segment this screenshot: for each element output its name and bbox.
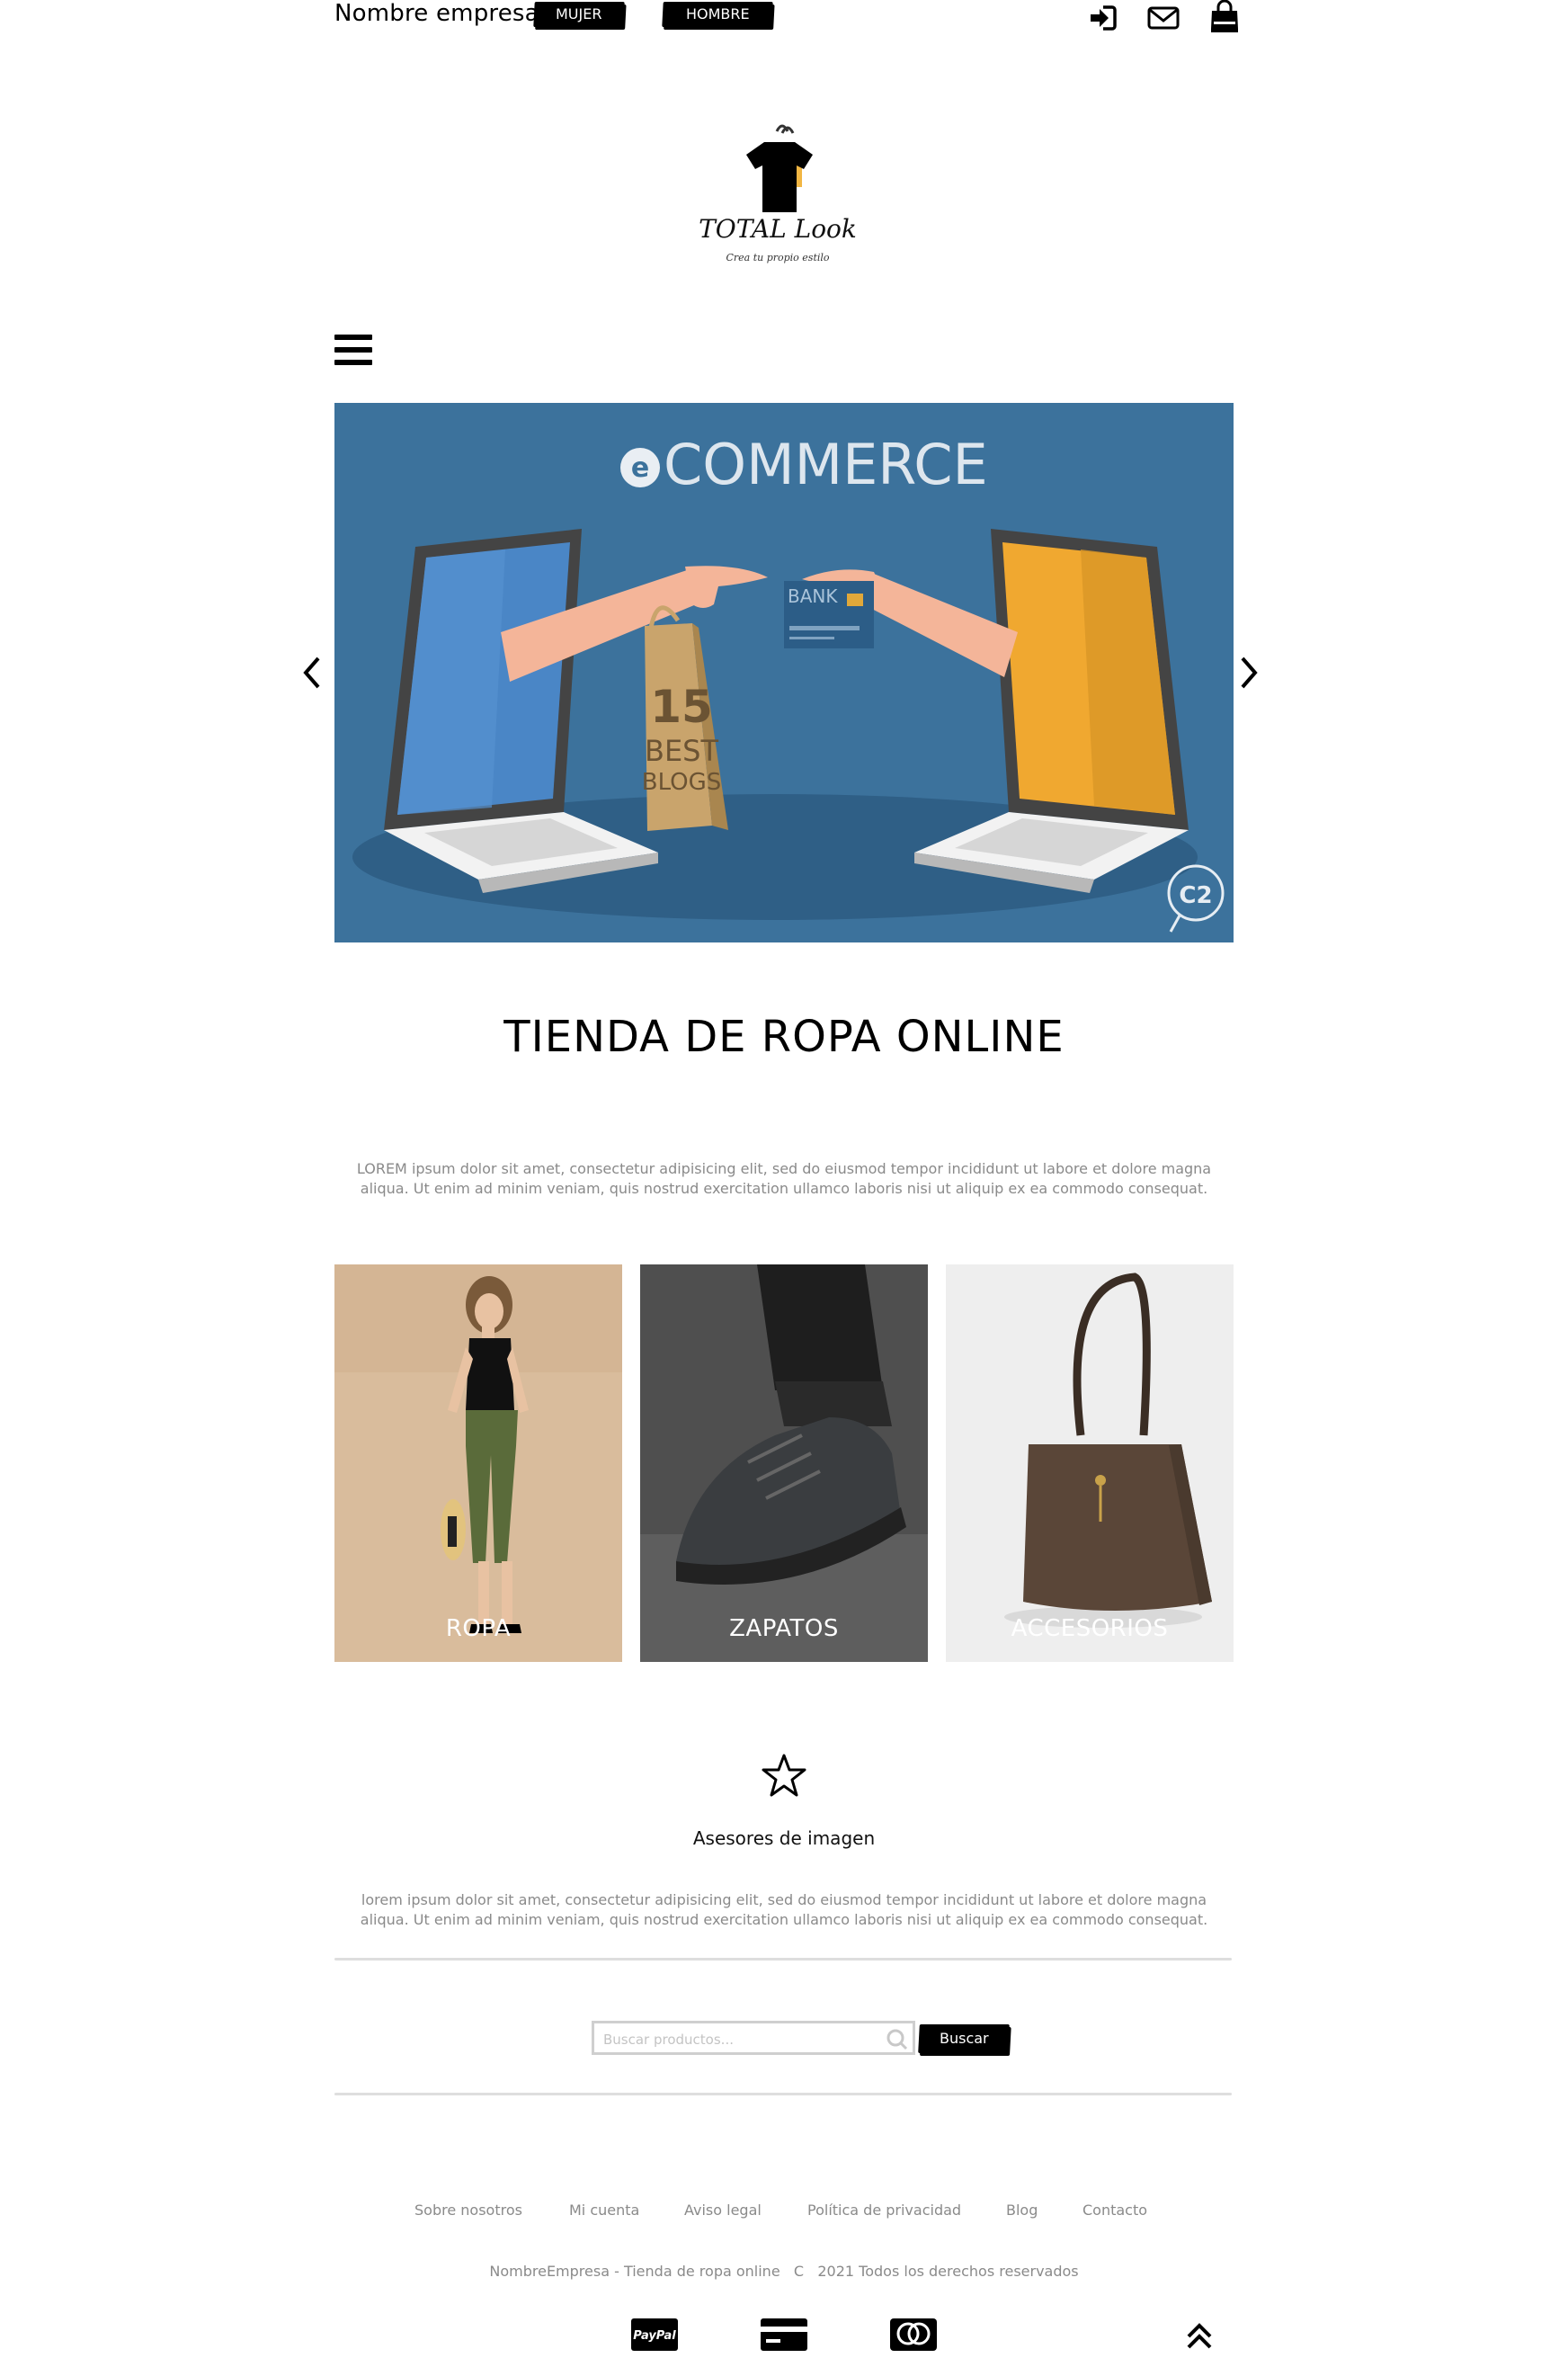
hero-heading-letter: e bbox=[631, 452, 649, 484]
hero-heading: COMMERCE bbox=[664, 432, 988, 497]
nav-mujer-button[interactable]: MUJER bbox=[533, 2, 625, 27]
search-button[interactable]: Buscar bbox=[918, 2024, 1010, 2053]
hero-card-text: BANK bbox=[788, 585, 838, 607]
nav-mujer-label: MUJER bbox=[556, 5, 602, 22]
mastercard-icon bbox=[890, 2318, 937, 2351]
search-icon[interactable] bbox=[886, 2028, 909, 2051]
mail-icon[interactable] bbox=[1145, 0, 1181, 36]
advisors-text-line-1: lorem ipsum dolor sit amet, consectetur … bbox=[361, 1891, 1207, 1908]
category-card-ropa[interactable]: ROPA bbox=[334, 1264, 622, 1662]
credit-card-icon bbox=[761, 2318, 807, 2351]
nav-hombre-button[interactable]: HOMBRE bbox=[662, 2, 773, 27]
paypal-icon: PayPal bbox=[631, 2318, 678, 2351]
category-label-zapatos: ZAPATOS bbox=[729, 1615, 839, 1642]
login-icon[interactable] bbox=[1085, 0, 1121, 36]
divider bbox=[334, 2093, 1232, 2095]
accesorios-image bbox=[946, 1264, 1234, 1662]
company-name[interactable]: Nombre empresa bbox=[334, 0, 539, 29]
footer-link-contacto[interactable]: Contacto bbox=[1082, 2202, 1147, 2219]
shopping-bag-icon[interactable] bbox=[1207, 0, 1243, 34]
advisors-title: Asesores de imagen bbox=[692, 1827, 876, 1849]
nav-hombre-label: HOMBRE bbox=[685, 5, 750, 22]
hero-carousel-slide[interactable]: e COMMERCE 15 BEST BLOGS BANK C2 bbox=[334, 403, 1234, 942]
footer-link-mi-cuenta[interactable]: Mi cuenta bbox=[569, 2202, 639, 2219]
hero-badge: C2 bbox=[1179, 882, 1212, 909]
zapatos-image bbox=[640, 1264, 928, 1662]
chevron-left-icon[interactable] bbox=[293, 646, 329, 700]
search-field[interactable] bbox=[592, 2021, 915, 2055]
ecommerce-illustration: e COMMERCE 15 BEST BLOGS BANK C2 bbox=[352, 432, 1225, 933]
hero-bag-number: 15 bbox=[650, 681, 713, 733]
hero-bag-line2: BLOGS bbox=[642, 769, 722, 796]
footer-link-politica-privacidad[interactable]: Política de privacidad bbox=[807, 2202, 961, 2219]
footer-link-sobre-nosotros[interactable]: Sobre nosotros bbox=[414, 2202, 522, 2219]
search-input[interactable] bbox=[601, 2028, 875, 2051]
page-title: TIENDA DE ROPA ONLINE bbox=[503, 1012, 1065, 1062]
footer-link-aviso-legal[interactable]: Aviso legal bbox=[684, 2202, 762, 2219]
chevron-right-icon[interactable] bbox=[1232, 646, 1268, 700]
double-chevron-up-icon[interactable] bbox=[1181, 2318, 1217, 2354]
hamburger-menu-icon[interactable] bbox=[334, 333, 374, 369]
category-label-accesorios: ACCESORIOS bbox=[1011, 1615, 1169, 1642]
ropa-image bbox=[334, 1264, 622, 1662]
hero-bag-line1: BEST bbox=[645, 734, 718, 768]
footer-link-blog[interactable]: Blog bbox=[1006, 2202, 1038, 2219]
svg-text:PayPal: PayPal bbox=[633, 2329, 676, 2343]
search-button-label: Buscar bbox=[939, 2030, 989, 2047]
advisors-text-line-2: aliqua. Ut enim ad minim veniam, quis no… bbox=[360, 1911, 1208, 1928]
category-label-ropa: ROPA bbox=[445, 1615, 512, 1642]
star-icon bbox=[762, 1754, 806, 1797]
logo-name: TOTAL Look bbox=[699, 214, 857, 244]
intro-line-2: aliqua. Ut enim ad minim veniam, quis no… bbox=[360, 1180, 1208, 1197]
category-card-accesorios[interactable]: ACCESORIOS bbox=[946, 1264, 1234, 1662]
logo-tagline: Crea tu propio estilo bbox=[726, 252, 830, 263]
intro-line-1: LOREM ipsum dolor sit amet, consectetur … bbox=[356, 1160, 1212, 1177]
copyright-text: NombreEmpresa - Tienda de ropa online C … bbox=[489, 2263, 1079, 2280]
divider bbox=[334, 1958, 1232, 1961]
logo-shirt-bag-icon bbox=[746, 124, 813, 212]
category-card-zapatos[interactable]: ZAPATOS bbox=[640, 1264, 928, 1662]
